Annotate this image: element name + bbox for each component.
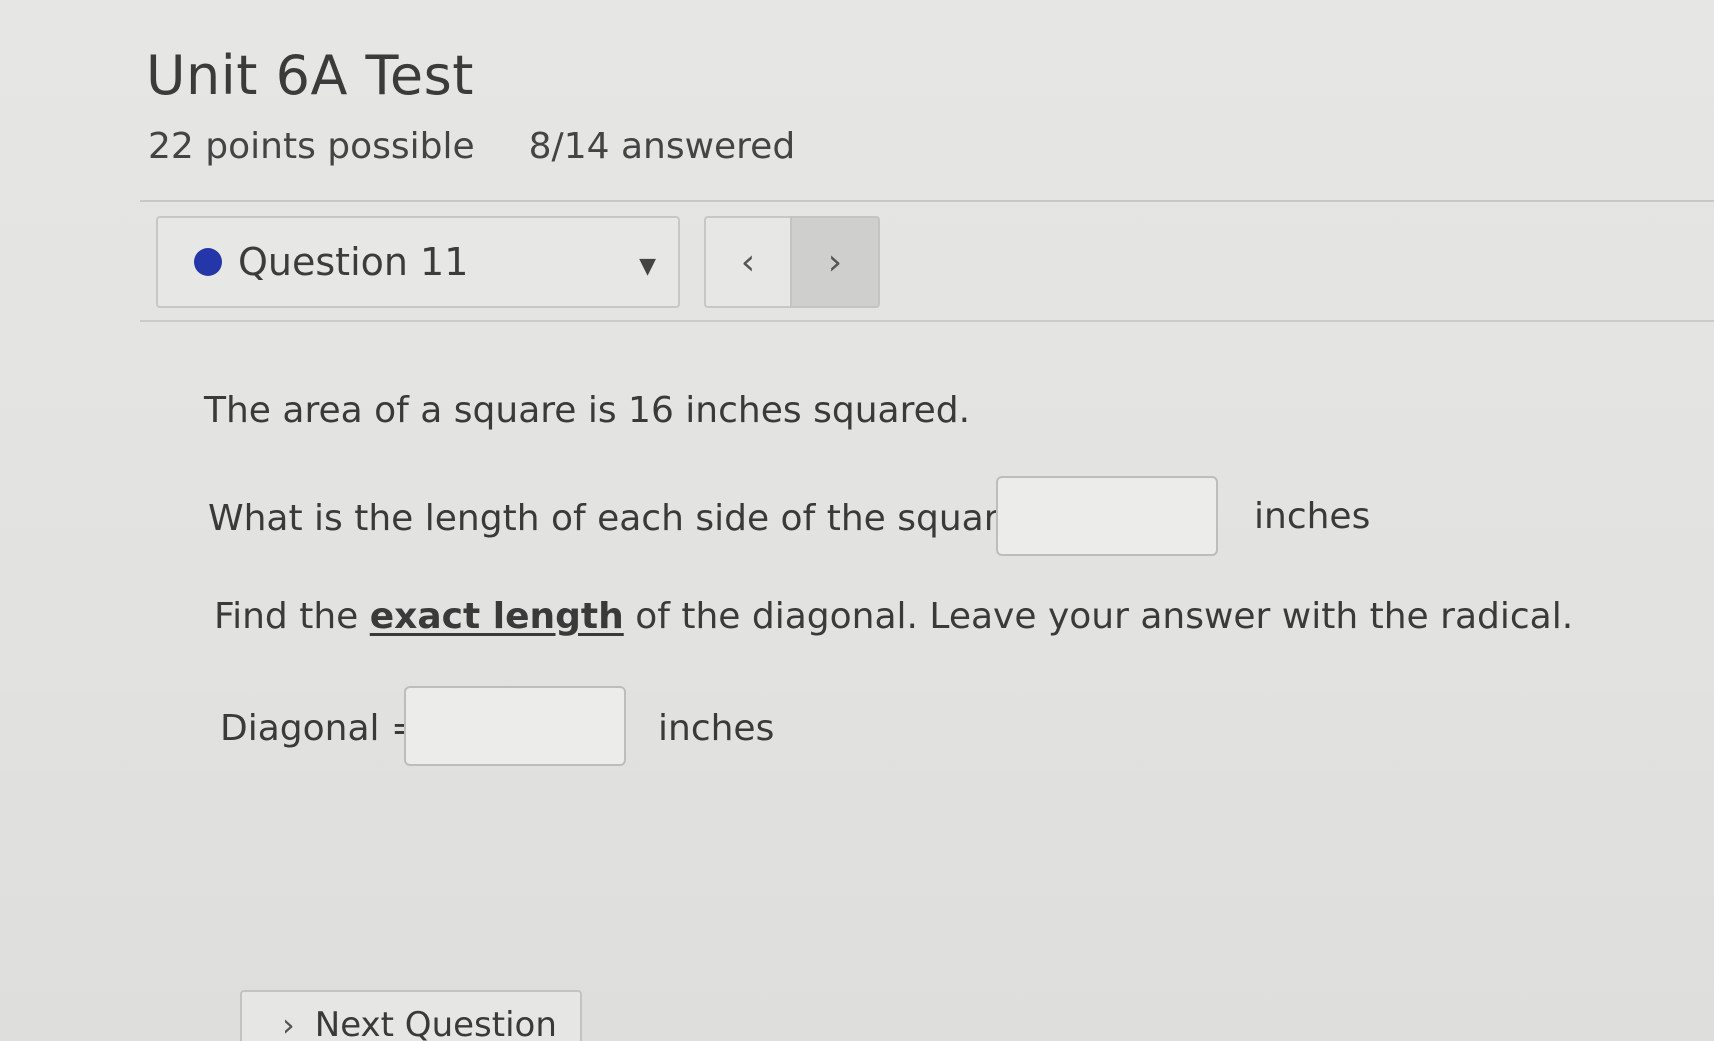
answered-count: 8/14 answered (528, 126, 796, 167)
diagonal-label: Diagonal = (220, 708, 422, 749)
side-length-input[interactable] (996, 476, 1218, 556)
page-title: Unit 6A Test (146, 44, 474, 107)
divider (140, 320, 1714, 322)
next-question-button[interactable]: › Next Question (240, 990, 582, 1041)
diagonal-instructions-start: Find the (214, 596, 370, 637)
chevron-right-icon: › (827, 241, 843, 283)
question-select[interactable]: Question 11 ▼ (156, 216, 680, 308)
next-question-arrow-button[interactable]: › (790, 216, 880, 308)
screen: Unit 6A Test 22 points possible 8/14 ans… (0, 0, 1714, 1041)
diagonal-instructions-end: of the diagonal. Leave your answer with … (623, 596, 1574, 637)
question-select-label: Question 11 (238, 240, 469, 284)
diagonal-instructions: Find the exact length of the diagonal. L… (214, 596, 1573, 637)
test-meta: 22 points possible 8/14 answered (148, 126, 795, 167)
divider (140, 200, 1714, 202)
points-possible: 22 points possible (148, 126, 475, 167)
chevron-left-icon: ‹ (740, 241, 756, 283)
diagonal-input[interactable] (404, 686, 626, 766)
chevron-right-icon: › (282, 1006, 295, 1041)
question-status-dot (194, 248, 222, 276)
caret-down-icon: ▼ (639, 254, 656, 279)
side-length-unit: inches (1254, 496, 1371, 537)
question-statement: The area of a square is 16 inches square… (204, 390, 971, 431)
exact-length-emphasis: exact length (369, 596, 624, 637)
diagonal-unit: inches (658, 708, 775, 749)
previous-question-button[interactable]: ‹ (704, 216, 790, 308)
next-question-label: Next Question (314, 1005, 557, 1041)
side-length-prompt: What is the length of each side of the s… (208, 498, 1039, 539)
